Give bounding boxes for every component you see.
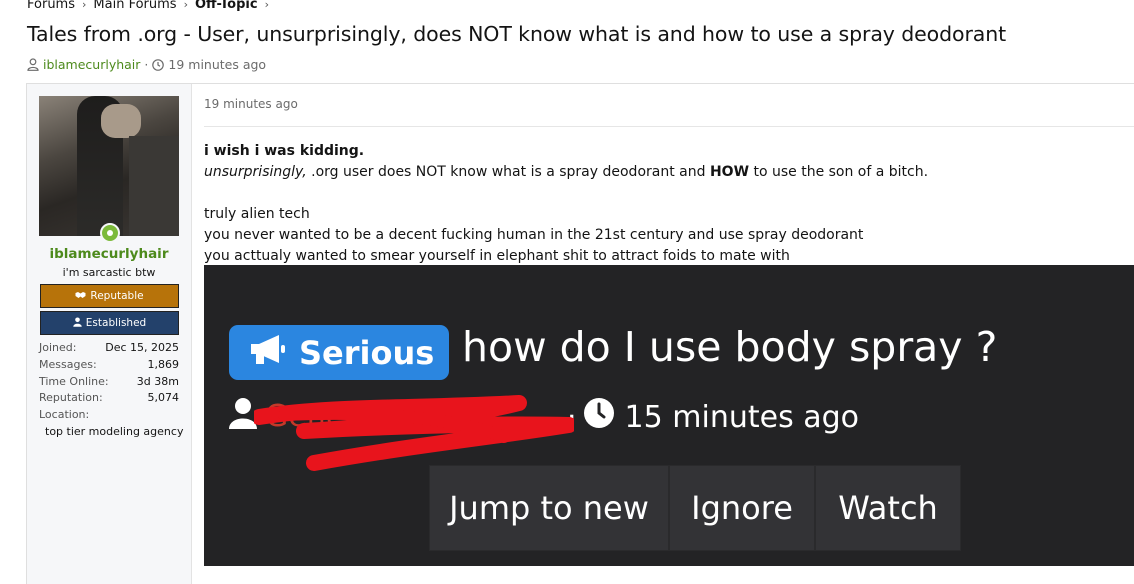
page-title: Tales from .org - User, unsurprisingly, … bbox=[27, 22, 1007, 46]
author-user-title: i'm sarcastic btw bbox=[62, 266, 156, 279]
meta-separator: · bbox=[144, 57, 149, 72]
stat-messages: Messages: 1,869 bbox=[39, 357, 179, 371]
author-stats: Joined: Dec 15, 2025 Messages: 1,869 Time … bbox=[39, 340, 179, 424]
chevron-right-icon: › bbox=[264, 0, 269, 11]
post-line-5: you acttualy wanted to smear yourself in… bbox=[204, 248, 790, 264]
stat-reputation: Reputation: 5,074 bbox=[39, 391, 179, 405]
embedded-button-group: Jump to new Ignore Watch bbox=[429, 465, 961, 552]
embedded-thread-age: 15 minutes ago bbox=[624, 399, 860, 435]
thread-meta: iblamecurlyhair · 19 minutes ago bbox=[27, 57, 266, 72]
watch-button: Watch bbox=[815, 465, 961, 551]
reputable-banner: Reputable bbox=[40, 284, 179, 308]
online-status-icon bbox=[100, 223, 120, 243]
chevron-right-icon: › bbox=[183, 0, 188, 11]
handshake-icon bbox=[75, 290, 86, 302]
breadcrumb-main-forums[interactable]: Main Forums bbox=[93, 0, 176, 12]
thread-age[interactable]: 19 minutes ago bbox=[168, 57, 266, 72]
post-line-3: truly alien tech bbox=[204, 206, 310, 222]
breadcrumb: Forums › Main Forums › Off-Topic › bbox=[27, 0, 276, 12]
user-icon bbox=[229, 397, 257, 437]
thread-author-link[interactable]: iblamecurlyhair bbox=[43, 57, 140, 72]
author-username[interactable]: iblamecurlyhair bbox=[27, 246, 191, 262]
avatar[interactable] bbox=[39, 96, 179, 236]
post-line-1: i wish i was kidding. bbox=[204, 143, 365, 159]
post-time[interactable]: 19 minutes ago bbox=[204, 97, 298, 111]
breadcrumb-forums[interactable]: Forums bbox=[27, 0, 75, 12]
ignore-button: Ignore bbox=[669, 465, 815, 551]
chevron-right-icon: › bbox=[82, 0, 87, 11]
user-icon bbox=[73, 317, 82, 330]
embedded-screenshot[interactable]: Serious how do I use body spray ? Gene ·… bbox=[204, 265, 1134, 566]
user-icon bbox=[27, 58, 39, 71]
megaphone-icon bbox=[249, 333, 289, 373]
stat-joined: Joined: Dec 15, 2025 bbox=[39, 341, 179, 354]
embedded-thread-title: how do I use body spray ? bbox=[462, 323, 998, 371]
stat-time-online: Time Online: 3d 38m bbox=[39, 374, 179, 388]
post-line-2: unsurprisingly, .org user does NOT know … bbox=[204, 164, 929, 180]
red-scribble-redaction bbox=[254, 395, 574, 471]
post-divider bbox=[204, 126, 1134, 127]
clock-icon bbox=[583, 397, 615, 437]
post-body: i wish i was kidding. unsurprisingly, .o… bbox=[204, 141, 1134, 267]
established-banner: Established bbox=[40, 311, 179, 335]
jump-to-new-button: Jump to new bbox=[429, 465, 669, 551]
post-line-4: you never wanted to be a decent fucking … bbox=[204, 227, 864, 243]
author-sidebar: iblamecurlyhair i'm sarcastic btw Reputa… bbox=[27, 84, 192, 584]
author-location: top tier modeling agency bbox=[45, 425, 184, 438]
serious-prefix-badge: Serious bbox=[229, 325, 449, 380]
stat-location: Location: bbox=[39, 408, 90, 422]
clock-icon bbox=[152, 58, 165, 71]
breadcrumb-off-topic[interactable]: Off-Topic bbox=[195, 0, 258, 12]
